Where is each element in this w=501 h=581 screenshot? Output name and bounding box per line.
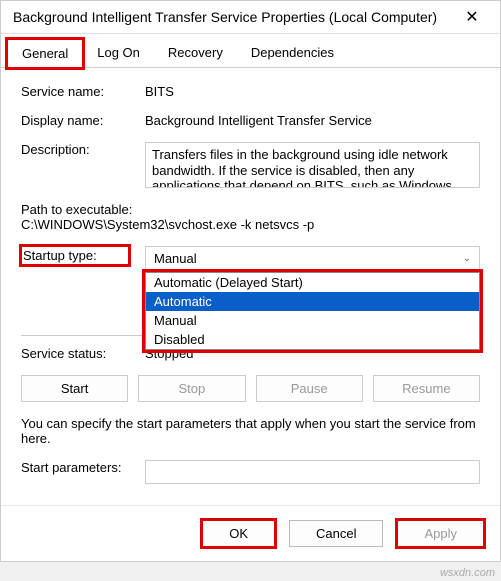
option-disabled[interactable]: Disabled — [146, 330, 479, 349]
titlebar: Background Intelligent Transfer Service … — [1, 1, 500, 34]
label-startup-type: Startup type: — [21, 246, 129, 265]
ok-button[interactable]: OK — [202, 520, 275, 547]
properties-dialog: Background Intelligent Transfer Service … — [0, 0, 501, 562]
chevron-down-icon: ⌄ — [463, 253, 471, 264]
tab-dependencies[interactable]: Dependencies — [237, 39, 348, 68]
description-textbox[interactable]: Transfers files in the background using … — [145, 142, 480, 188]
hint-text: You can specify the start parameters tha… — [21, 416, 480, 446]
startup-type-value: Manual — [154, 251, 197, 266]
tab-logon[interactable]: Log On — [83, 39, 154, 68]
label-service-status: Service status: — [21, 346, 129, 361]
cancel-button[interactable]: Cancel — [289, 520, 383, 547]
value-path: C:\WINDOWS\System32\svchost.exe -k netsv… — [21, 217, 480, 232]
start-button[interactable]: Start — [21, 375, 128, 402]
option-automatic[interactable]: Automatic — [146, 292, 479, 311]
close-icon[interactable]: ✕ — [452, 7, 492, 27]
tab-body: Service name: BITS Display name: Backgro… — [1, 68, 500, 505]
dialog-footer: OK Cancel Apply — [1, 505, 500, 561]
row-start-params: Start parameters: — [21, 460, 480, 484]
option-automatic-delayed[interactable]: Automatic (Delayed Start) — [146, 273, 479, 292]
label-path: Path to executable: — [21, 202, 480, 217]
path-block: Path to executable: C:\WINDOWS\System32\… — [21, 202, 480, 232]
apply-button[interactable]: Apply — [397, 520, 484, 547]
control-buttons: Start Stop Pause Resume — [21, 375, 480, 402]
tabs-bar: General Log On Recovery Dependencies — [1, 38, 500, 68]
pause-button: Pause — [256, 375, 363, 402]
tab-general[interactable]: General — [7, 39, 83, 68]
value-service-name: BITS — [145, 84, 174, 99]
startup-type-select[interactable]: Manual ⌄ Automatic (Delayed Start) Autom… — [145, 246, 480, 271]
label-service-name: Service name: — [21, 84, 129, 99]
label-start-params: Start parameters: — [21, 460, 129, 475]
label-description: Description: — [21, 142, 129, 157]
row-description: Description: Transfers files in the back… — [21, 142, 480, 188]
resume-button: Resume — [373, 375, 480, 402]
stop-button: Stop — [138, 375, 245, 402]
start-params-input[interactable] — [145, 460, 480, 484]
tab-recovery[interactable]: Recovery — [154, 39, 237, 68]
row-startup-type: Startup type: Manual ⌄ Automatic (Delaye… — [21, 246, 480, 271]
label-display-name: Display name: — [21, 113, 129, 128]
startup-type-combo[interactable]: Manual ⌄ — [145, 246, 480, 271]
window-title: Background Intelligent Transfer Service … — [13, 9, 437, 25]
option-manual[interactable]: Manual — [146, 311, 479, 330]
value-display-name: Background Intelligent Transfer Service — [145, 113, 372, 128]
startup-type-dropdown: Automatic (Delayed Start) Automatic Manu… — [145, 272, 480, 350]
watermark: wsxdn.com — [440, 567, 495, 579]
row-display-name: Display name: Background Intelligent Tra… — [21, 113, 480, 128]
row-service-name: Service name: BITS — [21, 84, 480, 99]
